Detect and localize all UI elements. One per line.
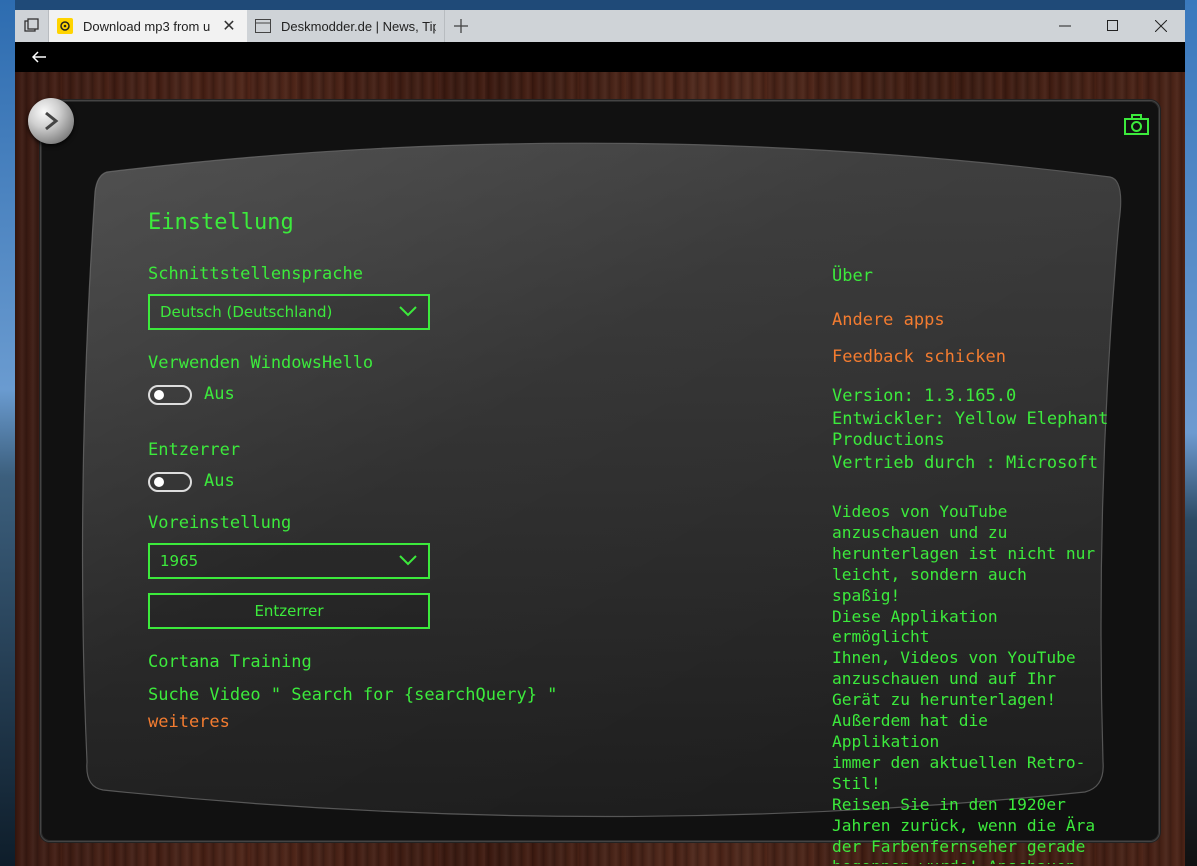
equalizer-label: Entzerrer (148, 440, 241, 460)
camera-button[interactable] (1123, 113, 1151, 137)
about-link[interactable]: Über (832, 266, 873, 286)
chevron-down-icon (399, 555, 417, 566)
camera-icon (1124, 114, 1149, 135)
play-knob-icon (45, 111, 59, 131)
windows-hello-state: Aus (204, 384, 235, 404)
maximize-icon (1107, 20, 1118, 31)
play-knob-button[interactable] (28, 98, 74, 144)
language-value: Deutsch (Deutschland) (160, 303, 333, 321)
other-apps-link[interactable]: Andere apps (832, 310, 945, 330)
minimize-icon (1059, 25, 1071, 27)
developer-text-line1: Entwickler: Yellow Elephant (832, 409, 1109, 429)
back-arrow-icon (31, 50, 46, 63)
equalizer-button[interactable]: Entzerrer (148, 593, 430, 629)
close-tab-icon[interactable]: ✕ (219, 16, 239, 36)
minimize-button[interactable] (1041, 10, 1089, 42)
desktop-background-left (0, 0, 15, 866)
windows-hello-toggle[interactable] (148, 385, 192, 405)
preset-value: 1965 (160, 552, 199, 570)
app-nav-bar (15, 42, 1185, 72)
desktop-background-right (1185, 0, 1197, 866)
cortana-label: Cortana Training (148, 652, 312, 672)
language-dropdown[interactable]: Deutsch (Deutschland) (148, 294, 430, 330)
window-controls (1041, 10, 1185, 42)
toggle-thumb (154, 390, 164, 400)
settings-heading: Einstellung (148, 210, 294, 235)
tab-title: Deskmodder.de | News, Tip (281, 18, 436, 34)
back-button[interactable] (15, 47, 63, 68)
app-description: Videos von YouTube anzuschauen und zu he… (832, 502, 1096, 864)
close-icon (1155, 20, 1167, 32)
maximize-button[interactable] (1089, 10, 1137, 42)
page-favicon-icon (255, 18, 271, 34)
equalizer-state: Aus (204, 471, 235, 491)
windows-hello-label: Verwenden WindowsHello (148, 353, 374, 373)
equalizer-toggle[interactable] (148, 472, 192, 492)
preset-label: Voreinstellung (148, 513, 292, 533)
tab-download-mp3[interactable]: Download mp3 from u ✕ (49, 10, 247, 42)
app-content: Einstellung Schnittstellensprache Deutsc… (15, 72, 1185, 866)
distribution-text: Vertrieb durch : Microsoft Stor (832, 453, 1097, 473)
language-label: Schnittstellensprache (148, 264, 363, 284)
browser-window: Download mp3 from u ✕ Deskmodder.de | Ne… (15, 10, 1185, 866)
new-tab-button[interactable] (445, 10, 477, 42)
tab-manager-button[interactable] (15, 10, 49, 42)
feedback-link[interactable]: Feedback schicken (832, 347, 1006, 367)
close-window-button[interactable] (1137, 10, 1185, 42)
tab-title: Download mp3 from u (83, 18, 211, 34)
plus-icon (454, 19, 468, 33)
version-text: Version: 1.3.165.0 (832, 386, 1017, 406)
toggle-thumb (154, 477, 164, 487)
more-link[interactable]: weiteres (148, 712, 230, 732)
cortana-example: Suche Video " Search for {searchQuery} " (148, 685, 558, 705)
tab-bar: Download mp3 from u ✕ Deskmodder.de | Ne… (15, 10, 1185, 42)
developer-text-line2: Productions (832, 430, 945, 450)
tabs-icon (23, 18, 39, 32)
tab-deskmodder[interactable]: Deskmodder.de | News, Tip (247, 10, 445, 42)
app-favicon-icon (57, 18, 73, 34)
chevron-down-icon (399, 306, 417, 317)
preset-dropdown[interactable]: 1965 (148, 543, 430, 579)
